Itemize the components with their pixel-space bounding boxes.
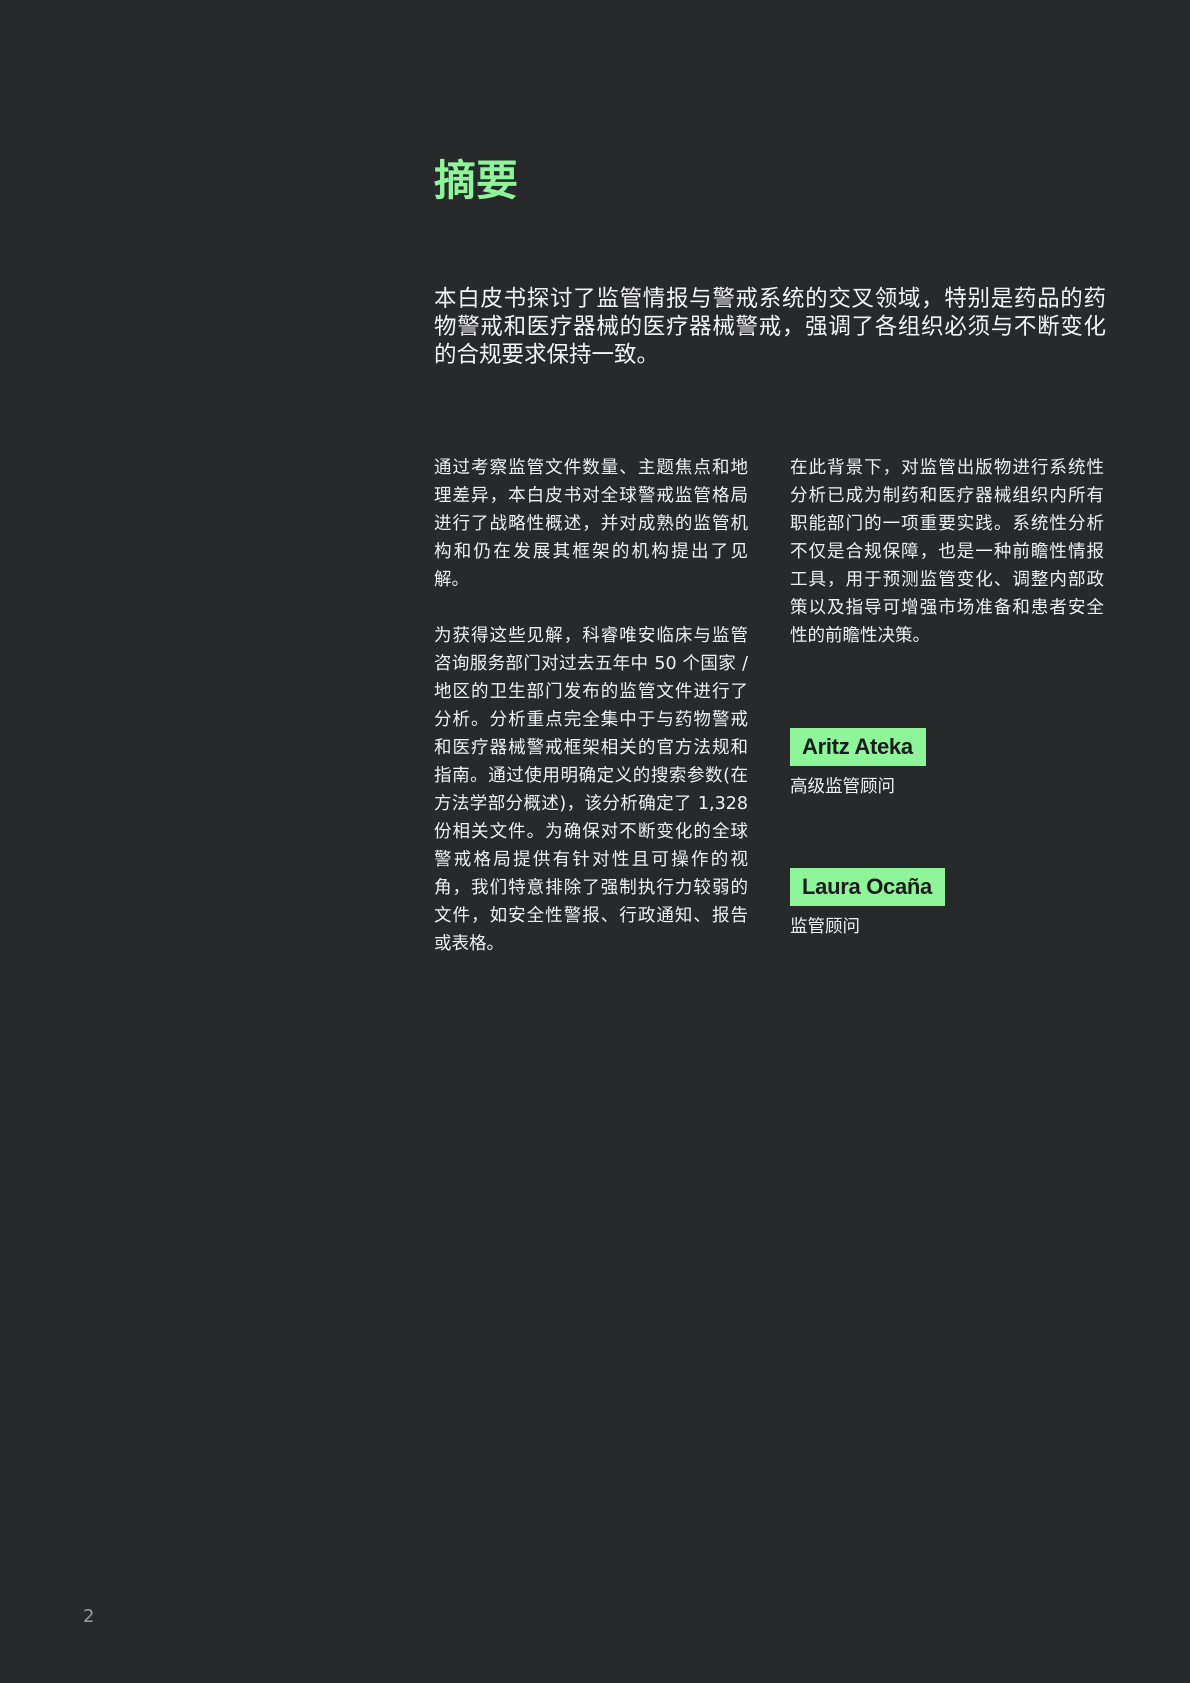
- author-name-badge: Laura Ocaña: [790, 868, 945, 906]
- page-number: 2: [83, 1606, 95, 1627]
- lead-paragraph: 本白皮书探讨了监管情报与警戒系统的交叉领域，特别是药品的药物警戒和医疗器械的医疗…: [434, 286, 1106, 368]
- body-paragraph: 为获得这些见解，科睿唯安临床与监管咨询服务部门对过去五年中 50 个国家 / 地…: [434, 626, 748, 954]
- body-paragraph: 在此背景下，对监管出版物进行系统性分析已成为制药和医疗器械组织内所有职能部门的一…: [790, 458, 1104, 646]
- author-name-badge: Aritz Ateka: [790, 728, 926, 766]
- author-card: Aritz Ateka 高级监管顾问: [790, 728, 926, 800]
- page-title: 摘要: [434, 156, 519, 205]
- right-column: 在此背景下，对监管出版物进行系统性分析已成为制药和医疗器械组织内所有职能部门的一…: [790, 454, 1104, 678]
- left-column: 通过考察监管文件数量、主题焦点和地理差异，本白皮书对全球警戒监管格局进行了战略性…: [434, 454, 748, 986]
- author-role: 监管顾问: [790, 917, 860, 937]
- author-card: Laura Ocaña 监管顾问: [790, 868, 945, 940]
- author-role: 高级监管顾问: [790, 777, 895, 797]
- body-paragraph: 通过考察监管文件数量、主题焦点和地理差异，本白皮书对全球警戒监管格局进行了战略性…: [434, 458, 748, 590]
